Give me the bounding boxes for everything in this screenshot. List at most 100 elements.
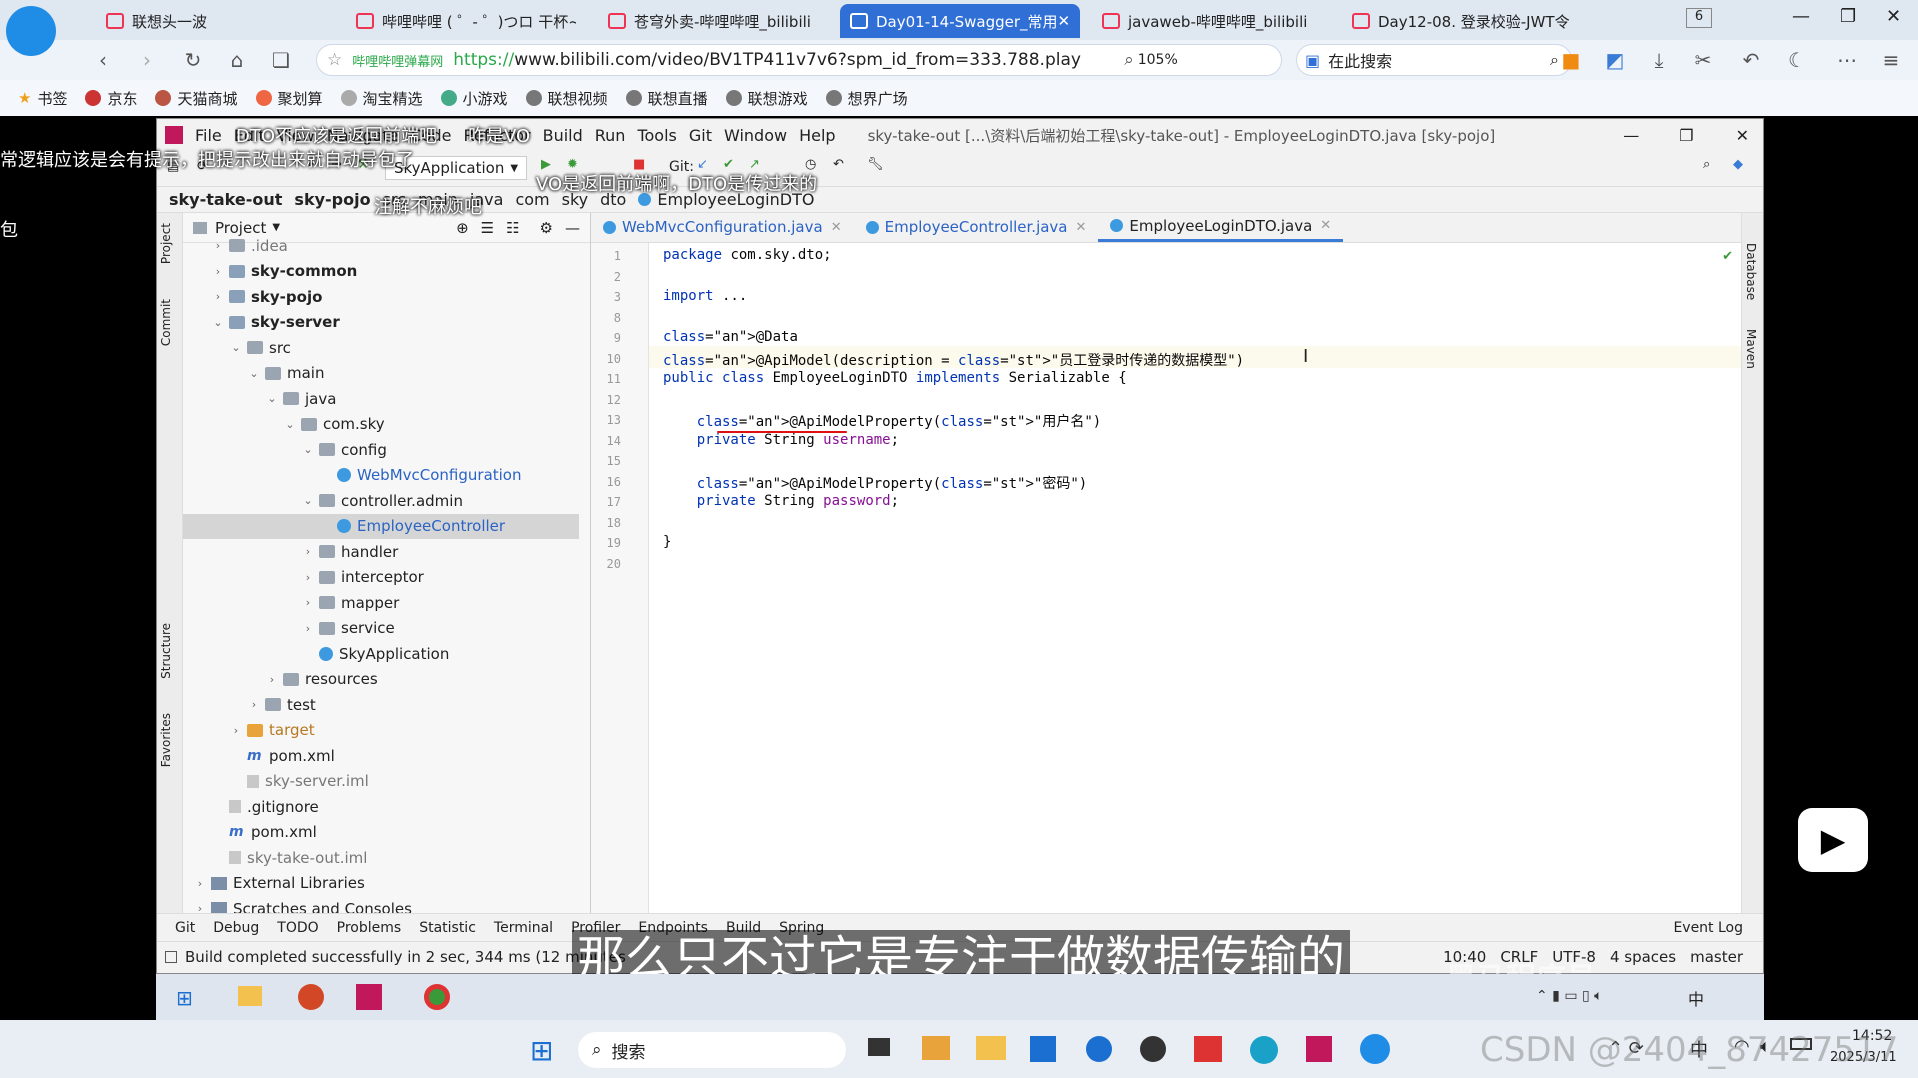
more-icon[interactable]: ⋯ bbox=[1834, 48, 1860, 72]
windows-start-icon[interactable]: ⊞ bbox=[530, 1034, 553, 1067]
chevron-right-icon[interactable]: › bbox=[229, 724, 243, 737]
editor-tab[interactable]: EmployeeController.java ✕ bbox=[854, 212, 1099, 242]
code-line[interactable]: public class EmployeeLoginDTO implements… bbox=[663, 370, 1127, 386]
minimize-window-icon[interactable]: — bbox=[1792, 6, 1810, 27]
tool-window-structure[interactable]: Structure bbox=[159, 623, 173, 679]
tree-node[interactable]: sky-take-out.iml bbox=[183, 845, 579, 870]
taskbar-search[interactable]: ⌕ 搜索 bbox=[578, 1032, 846, 1068]
search-box[interactable]: ▣ 在此搜索 ⌕ bbox=[1296, 44, 1572, 76]
restore-window-icon[interactable]: ❐ bbox=[1840, 6, 1856, 27]
bottom-tool-terminal[interactable]: Terminal bbox=[494, 920, 553, 936]
chevron-down-icon[interactable]: ⌄ bbox=[301, 443, 315, 456]
search-everywhere-icon[interactable]: ⌕ bbox=[1703, 157, 1710, 172]
chevron-down-icon[interactable]: ⌄ bbox=[265, 392, 279, 405]
app-icon[interactable] bbox=[922, 1036, 950, 1060]
close-window-icon[interactable]: ✕ bbox=[1886, 6, 1901, 27]
chevron-right-icon[interactable]: › bbox=[211, 290, 225, 303]
browser-tab[interactable]: 苍穹外卖-哔哩哔哩_bilibili bbox=[598, 4, 828, 38]
chevron-down-icon[interactable]: ⌄ bbox=[283, 418, 297, 431]
editor-tab[interactable]: WebMvcConfiguration.java ✕ bbox=[591, 212, 854, 242]
search-engine-icon[interactable]: ▣ bbox=[1305, 51, 1320, 70]
menu-build[interactable]: Build bbox=[543, 126, 583, 145]
menu-git[interactable]: Git bbox=[689, 126, 712, 145]
bookmark-item[interactable]: 联想直播 bbox=[625, 88, 708, 109]
file-explorer-icon[interactable] bbox=[976, 1036, 1006, 1060]
status-toggle-icon[interactable] bbox=[165, 950, 177, 963]
bookmark-item[interactable]: 天猫商城 bbox=[155, 88, 238, 109]
bookmark-item[interactable]: 联想游戏 bbox=[725, 88, 808, 109]
close-tab-icon[interactable]: ✕ bbox=[831, 220, 842, 235]
tab-count-badge[interactable]: 6 bbox=[1686, 8, 1712, 28]
bookmark-item[interactable]: 想界广场 bbox=[825, 88, 908, 109]
chevron-right-icon[interactable]: › bbox=[301, 545, 315, 558]
tree-node[interactable]: ⌄ config bbox=[183, 437, 579, 462]
chevron-down-icon[interactable]: ▼ bbox=[272, 222, 280, 233]
download-icon[interactable]: ⤓ bbox=[1646, 48, 1672, 72]
menu-run[interactable]: Run bbox=[595, 126, 626, 145]
ide-minimize-icon[interactable]: — bbox=[1623, 126, 1639, 145]
status-git-branch[interactable]: master bbox=[1690, 948, 1743, 966]
bottom-tool-event-log[interactable]: Event Log bbox=[1673, 920, 1743, 936]
code-line[interactable]: class="an">@ApiModelProperty(class="st">… bbox=[663, 411, 1101, 431]
browser-tab-active[interactable]: Day01-14-Swagger_常用 ✕ bbox=[840, 4, 1080, 38]
chevron-right-icon[interactable]: › bbox=[193, 877, 207, 890]
tree-node[interactable]: › handler bbox=[183, 539, 579, 564]
app-icon[interactable] bbox=[1086, 1036, 1112, 1062]
code-editor[interactable]: ✔ I package com.sky.dto; import ... class=… bbox=[649, 243, 1741, 913]
chevron-right-icon[interactable]: › bbox=[211, 239, 225, 252]
bottom-tool-problems[interactable]: Problems bbox=[337, 920, 402, 936]
browser-app-icon[interactable] bbox=[1360, 1034, 1390, 1064]
task-view-icon[interactable] bbox=[868, 1038, 890, 1056]
menu-icon[interactable]: ≡ bbox=[1878, 48, 1904, 72]
ide-restore-icon[interactable]: ❐ bbox=[1679, 126, 1693, 145]
browser-tab[interactable]: 哔哩哔哩 ( ゜- ゜)つロ 干杯~ bbox=[346, 4, 576, 38]
reload-icon[interactable]: ↻ bbox=[180, 48, 206, 72]
tree-node[interactable]: › interceptor bbox=[183, 565, 579, 590]
tree-node[interactable]: › sky-pojo bbox=[183, 284, 579, 309]
ide-close-icon[interactable]: ✕ bbox=[1736, 126, 1749, 145]
tree-node[interactable]: sky-server.iml bbox=[183, 769, 579, 794]
tree-node[interactable]: › test bbox=[183, 692, 579, 717]
chevron-right-icon[interactable]: › bbox=[247, 698, 261, 711]
edge-icon[interactable] bbox=[1250, 1036, 1278, 1064]
chevron-down-icon[interactable]: ⌄ bbox=[247, 367, 261, 380]
tree-node[interactable]: › service bbox=[183, 616, 579, 641]
tool-window-commit[interactable]: Commit bbox=[159, 299, 173, 346]
extension-icon[interactable]: ■ bbox=[1558, 48, 1584, 72]
browser-tab[interactable]: javaweb-哔哩哔哩_bilibili bbox=[1092, 4, 1324, 38]
forward-icon[interactable]: › bbox=[134, 48, 160, 72]
code-line[interactable]: private String password; bbox=[663, 493, 899, 509]
tree-node[interactable]: › resources bbox=[183, 667, 579, 692]
chevron-right-icon[interactable]: › bbox=[211, 265, 225, 278]
wps-icon[interactable] bbox=[1194, 1036, 1222, 1062]
close-tab-icon[interactable]: ✕ bbox=[1058, 12, 1071, 30]
chevron-right-icon[interactable]: › bbox=[265, 673, 279, 686]
send-icon[interactable]: ◩ bbox=[1602, 48, 1628, 72]
git-rollback-icon[interactable]: ↶ bbox=[833, 157, 844, 172]
bookmark-item[interactable]: 淘宝精选 bbox=[340, 88, 423, 109]
tool-window-project[interactable]: Project bbox=[159, 223, 173, 264]
code-line[interactable]: class="an">@ApiModel(description = class… bbox=[663, 350, 1244, 370]
bookmark-item[interactable]: 小游戏 bbox=[440, 88, 508, 109]
tree-node[interactable]: ⌄ sky-server bbox=[183, 310, 579, 335]
bottom-tool-debug[interactable]: Debug bbox=[213, 920, 259, 936]
tree-node[interactable]: .gitignore bbox=[183, 794, 579, 819]
tree-node[interactable]: › External Libraries bbox=[183, 871, 579, 896]
browser-logo-icon[interactable] bbox=[6, 6, 56, 56]
chevron-right-icon[interactable]: › bbox=[301, 596, 315, 609]
menu-tools[interactable]: Tools bbox=[637, 126, 676, 145]
browser-tab[interactable]: Day12-08. 登录校验-JWT令 bbox=[1342, 4, 1572, 38]
bottom-tool-statistic[interactable]: Statistic bbox=[419, 920, 476, 936]
app-icon[interactable] bbox=[1140, 1036, 1166, 1062]
bookmark-item[interactable]: 京东 bbox=[85, 88, 137, 109]
zoom-icon[interactable]: ⌕ bbox=[1124, 50, 1134, 70]
tree-node[interactable]: ⌄ java bbox=[183, 386, 579, 411]
tree-node[interactable]: m pom.xml bbox=[183, 820, 579, 845]
code-line[interactable]: package com.sky.dto; bbox=[663, 247, 832, 263]
screenshot-icon[interactable]: ✂ bbox=[1690, 48, 1716, 72]
bookmark-item[interactable]: 聚划算 bbox=[255, 88, 323, 109]
store-icon[interactable] bbox=[1030, 1036, 1056, 1062]
close-tab-icon[interactable]: ✕ bbox=[1076, 220, 1087, 235]
tree-node[interactable]: ⌄ controller.admin bbox=[183, 488, 579, 513]
breadcrumb-item[interactable]: sky-take-out bbox=[169, 190, 282, 209]
